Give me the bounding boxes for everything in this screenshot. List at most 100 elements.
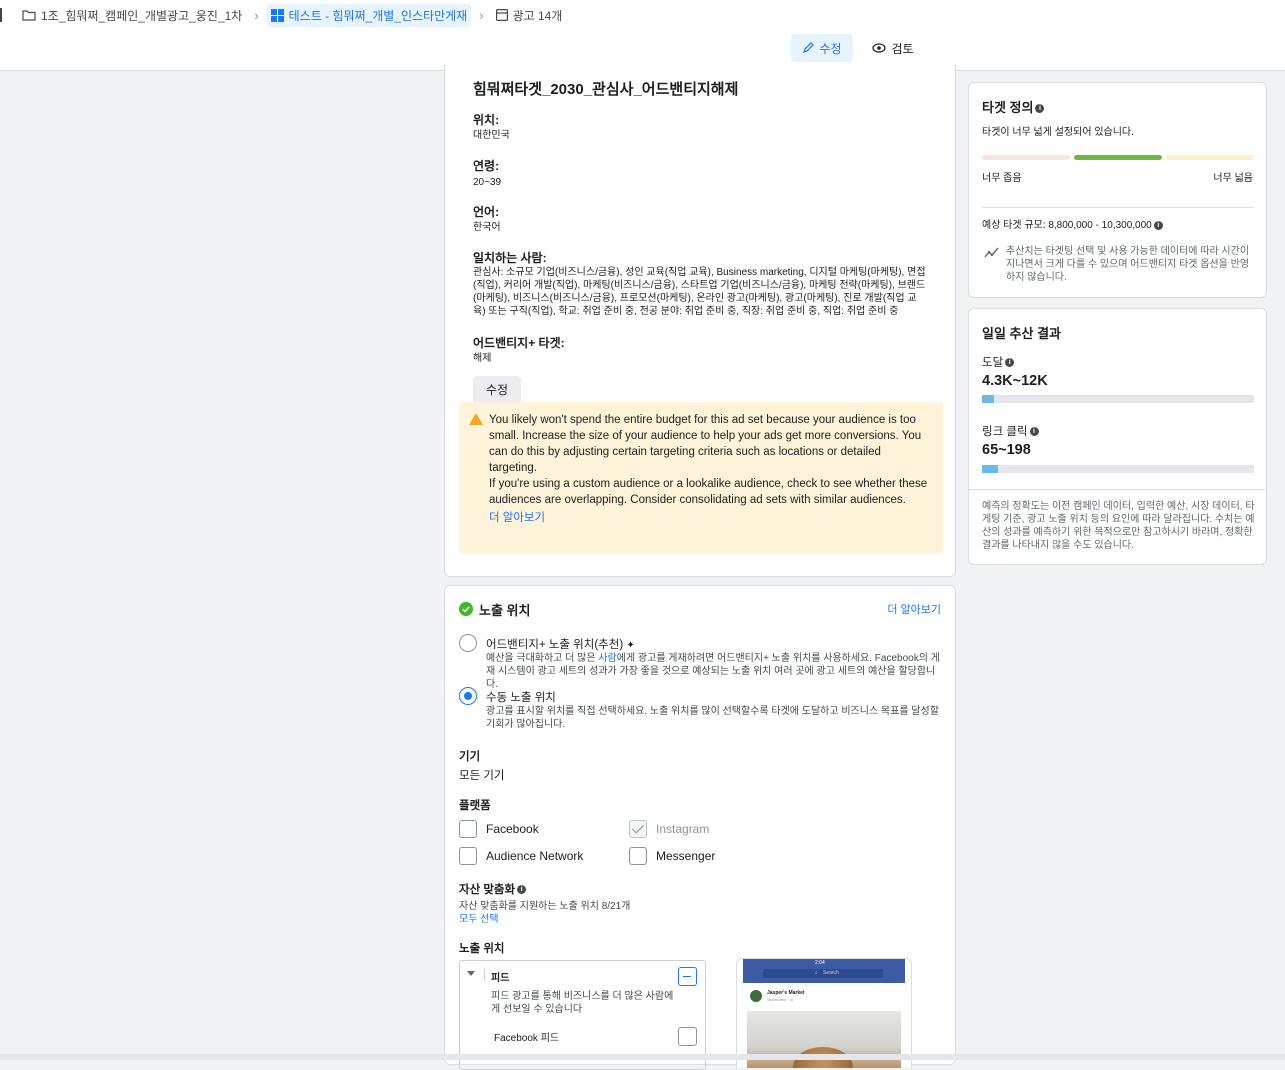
warning-text-2: If you're using a custom audience or a l… [489,478,928,506]
advantage-target-value: 해제 [473,353,492,364]
facebook-checkbox[interactable] [459,820,477,838]
advantage-placements-title: 어드밴티지+ 노출 위치(추천) ✦ [486,636,635,652]
messenger-checkbox[interactable] [629,847,647,865]
manual-placements-desc: 광고를 표시할 위치를 직접 선택하세요. 노출 위치를 많이 선택할수록 타겟… [486,706,939,730]
breadcrumb-adset[interactable]: 테스트 - 힘뭐쩌_개별_인스타만게재 [266,3,472,27]
breadcrumb-adset-label: 테스트 - 힘뭐쩌_개별_인스타만게재 [288,8,468,23]
placements-learn-more-link[interactable]: 더 알아보기 [887,601,941,617]
breadcrumb-ads-label: 광고 14개 [512,8,563,23]
info-icon[interactable]: i [517,885,527,895]
divider [484,969,485,981]
instagram-checkbox[interactable] [629,820,647,838]
sparkle-icon: ✦ [626,640,635,651]
placements-title: 노출 위치 [479,603,531,618]
phone-search-bar: ⌕ Search [763,969,883,978]
meter-ok-segment [1074,155,1162,160]
meter-broad-label: 너무 넓음 [1213,173,1253,184]
audience-size-warning: You likely won't spend the entire budget… [459,402,943,554]
facebook-feed-label: Facebook 피드 [494,1033,560,1044]
link-clicks-value: 65~198 [982,442,1031,458]
target-def-status: 타겟이 너무 넓게 설정되어 있습니다. [982,127,1134,138]
facebook-label: Facebook [486,822,539,836]
advantage-placements-desc: 예산을 극대화하고 더 많은 사람에게 광고를 게재하려면 어드밴티지+ 노출 … [486,652,942,691]
location-value: 대한민국 [473,130,510,141]
daily-note: 예측의 정확도는 이전 캠페인 데이터, 입력한 예산, 시장 데이터, 타게팅… [982,501,1255,551]
feed-partial-checkbox[interactable] [678,967,697,986]
link-clicks-label: 링크 클릭 i [982,423,1039,439]
info-icon[interactable]: i [1035,104,1045,114]
divider [969,489,1266,490]
chevron-right-icon: › [254,7,259,23]
link-clicks-label-text: 링크 클릭 [982,426,1028,438]
edit-mode-button[interactable]: 수정 [791,34,853,62]
panel-edge-icon [0,8,4,22]
window-bottom-edge [0,1054,1285,1060]
chevron-right-icon: › [479,7,484,23]
info-icon[interactable]: i [1005,358,1015,368]
manual-placements-title: 수동 노출 위치 [486,692,556,704]
advantage-target-label: 어드밴티지+ 타겟: [473,336,565,350]
breadcrumb-campaign[interactable]: 1조_힘뭐쩌_캠페인_개별광고_웅진_1차 [18,4,246,27]
meter-narrow-label: 너무 좁음 [982,173,1022,184]
top-bar: 1조_힘뭐쩌_캠페인_개별광고_웅진_1차 › 테스트 - 힘뭐쩌_개별_인스타… [0,0,1285,71]
grid-icon [270,8,284,22]
target-def-title: 타겟 정의 i [982,97,1045,116]
reach-label-text: 도달 [982,357,1004,369]
age-value: 20~39 [473,177,502,188]
info-icon[interactable]: i [1153,220,1163,230]
warning-text-1: You likely won't spend the entire budget… [489,414,922,474]
phone-search-label: Search [823,970,839,976]
target-def-label: 타겟 정의 [982,100,1034,115]
preview-sponsored: Sponsored · ◎ [767,997,794,1002]
target-def-note: 추산치는 타겟팅 선택 및 사용 가능한 데이터에 따라 시간이 지나면서 크게… [1006,246,1250,283]
audience-card: 힘뭐쩌타겟_2030_관심사_어드밴티지해제 위치: 대한민국 연령: 20~3… [444,64,956,577]
review-mode-label: 검토 [891,41,914,56]
divider [982,207,1254,208]
advantage-placements-radio[interactable] [459,634,477,652]
ad-icon [495,9,508,21]
asset-customization-label: 자산 맞춤화 [459,884,516,896]
device-value[interactable]: 모든 기기 [459,767,505,783]
daily-title: 일일 추산 결과 [982,326,1061,341]
audience-title: 힘뭐쩌타겟_2030_관심사_어드밴티지해제 [473,81,739,98]
collapse-caret-icon[interactable] [467,971,475,976]
warning-learn-more-link[interactable]: 더 알아보기 [489,510,931,526]
feed-preview-phone: 2:04 ⌕ Search Jasper's Market Sponsored … [736,958,912,1068]
age-label: 연령: [473,159,500,173]
reach-label: 도달 i [982,354,1015,370]
pencil-icon [803,42,815,53]
folder-icon [22,10,36,21]
device-label: 기기 [459,751,481,763]
advantage-desc-link[interactable]: 사람 [598,653,616,664]
breadcrumb: 1조_힘뭐쩌_캠페인_개별광고_웅진_1차 › 테스트 - 힘뭐쩌_개별_인스타… [0,3,567,27]
preview-page-name: Jasper's Market [767,990,805,996]
breadcrumb-ads[interactable]: 광고 14개 [492,4,567,27]
target-size: 예상 타겟 규모: 8,800,000 - 10,300,000 i [982,219,1163,232]
match-value: 관심사: 소규모 기업(비즈니스/금융), 성인 교육(직업 교육), Busi… [473,267,926,317]
manual-placements-radio[interactable] [459,687,477,705]
advantage-desc-pre: 예산을 극대화하고 더 많은 [486,653,599,664]
check-circle-icon [459,602,473,616]
facebook-feed-checkbox[interactable] [678,1027,697,1046]
trend-icon [984,247,999,258]
placement-list-label: 노출 위치 [459,943,505,955]
select-all-link[interactable]: 모두 선택 [459,913,499,926]
platform-label: 플랫폼 [459,800,491,812]
edit-mode-label: 수정 [819,41,842,56]
review-mode-button[interactable]: 검토 [862,34,924,62]
match-label: 일치하는 사람: [473,251,547,265]
info-icon[interactable]: i [1029,427,1039,437]
audience-edit-button[interactable]: 수정 [473,376,521,405]
asset-customization-title: 자산 맞춤화 i [459,881,527,897]
messenger-label: Messenger [656,849,716,863]
search-icon: ⌕ [815,970,818,976]
breadcrumb-campaign-label: 1조_힘뭐쩌_캠페인_개별광고_웅진_1차 [41,8,243,23]
meter-narrow-segment [982,155,1070,160]
feed-title: 피드 [491,973,510,984]
phone-time: 2:04 [815,960,825,966]
advantage-placements-label: 어드밴티지+ 노출 위치(추천) [486,639,624,651]
daily-estimate-card: 일일 추산 결과 도달 i 4.3K~12K 링크 클릭 i 65~198 예측의 … [968,308,1267,565]
audience-network-checkbox[interactable] [459,847,477,865]
target-definition-card: 타겟 정의 i 타겟이 너무 넓게 설정되어 있습니다. 너무 좁음 너무 넓음 … [968,82,1267,298]
placements-card: 노출 위치 더 알아보기 어드밴티지+ 노출 위치(추천) ✦ 예산을 극대화하… [444,585,956,1070]
